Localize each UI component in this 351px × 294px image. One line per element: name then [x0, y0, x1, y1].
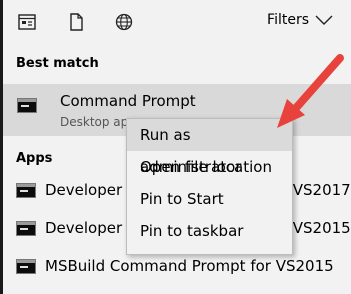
red-arrow-icon: [277, 54, 344, 128]
